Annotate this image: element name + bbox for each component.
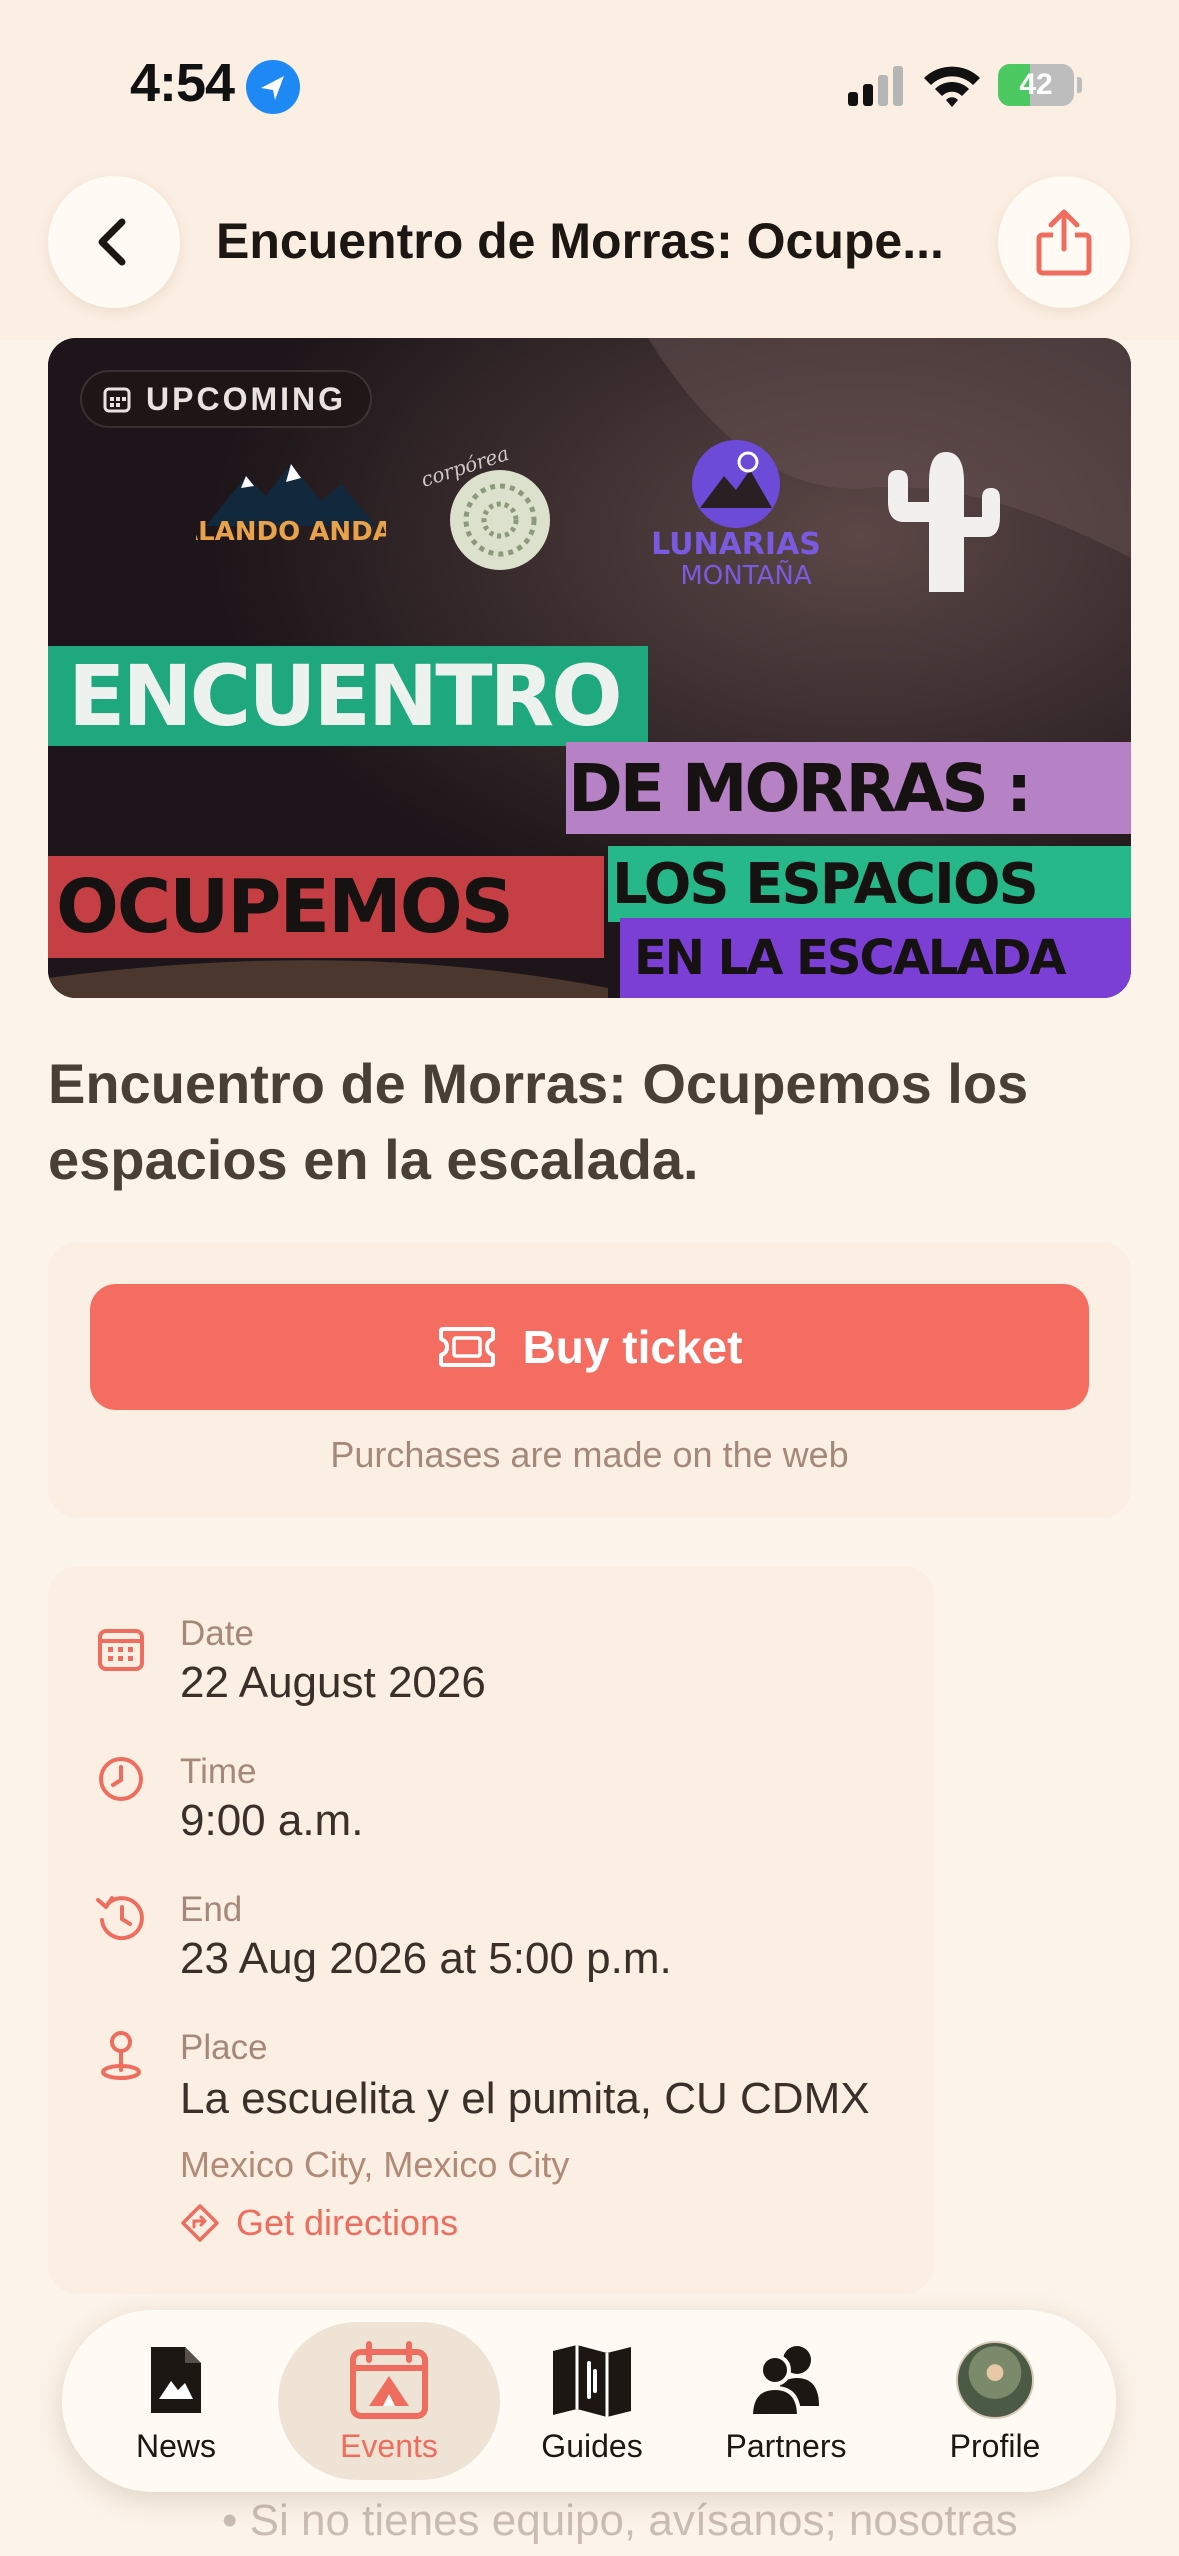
directions-icon (181, 2204, 219, 2242)
buy-ticket-label: Buy ticket (522, 1321, 743, 1373)
events-icon (350, 2340, 428, 2419)
clock-icon (99, 1757, 143, 1801)
ticket-icon (438, 1327, 495, 1367)
event-title: Encuentro de Morras: Ocupemos los espaci… (48, 1052, 1029, 1191)
tab-partners[interactable]: Partners (686, 2310, 886, 2492)
news-icon (151, 2346, 201, 2413)
calendar-icon (103, 387, 131, 413)
status-bar: 4:54 42 (0, 0, 1179, 150)
tab-guides[interactable]: Guides (502, 2310, 682, 2492)
date-label: Date (180, 1614, 254, 1653)
event-poster-image: UPCOMING ESCALANDO ANDAMOS corpórea LUNA… (48, 338, 1131, 998)
poster-stripe-encuentro: ENCUENTRO (48, 646, 648, 746)
poster-stripe-espacios: LOS ESPACIOS (608, 846, 1131, 922)
place-city: Mexico City, Mexico City (180, 2144, 570, 2185)
buy-ticket-button[interactable]: Buy ticket (90, 1284, 1089, 1410)
top-nav-bar: Encuentro de Morras: Ocupe... (0, 150, 1179, 340)
chevron-left-icon (98, 218, 126, 266)
end-label: End (180, 1890, 243, 1929)
svg-text:ESCALANDO ANDAMOS: ESCALANDO ANDAMOS (196, 517, 386, 547)
wifi-icon (924, 66, 980, 107)
upcoming-badge: UPCOMING (80, 370, 372, 428)
place-label: Place (180, 2028, 268, 2067)
tab-profile[interactable]: Profile (900, 2310, 1090, 2492)
svg-text:LUNARIAS: LUNARIAS (651, 527, 821, 562)
map-pin-icon (101, 2031, 141, 2080)
purchase-note: Purchases are made on the web (330, 1434, 849, 1475)
history-icon (96, 1896, 144, 1941)
cactus-logo (888, 452, 1000, 592)
battery-icon: 42 (998, 64, 1082, 106)
svg-text:MONTAÑA: MONTAÑA (680, 559, 811, 591)
time-value: 9:00 a.m. (180, 1796, 364, 1845)
place-value: La escuelita y el pumita, CU CDMX (180, 2074, 870, 2123)
back-button[interactable] (48, 176, 180, 308)
time-label: Time (180, 1752, 257, 1791)
corporea-logo: corpórea (418, 446, 550, 570)
escalando-andamos-logo: ESCALANDO ANDAMOS (196, 464, 386, 547)
tab-news[interactable]: News (86, 2310, 266, 2492)
end-value: 23 Aug 2026 at 5:00 p.m. (180, 1934, 672, 1983)
get-directions-link[interactable]: Get directions (180, 2202, 458, 2244)
cellular-signal-icon (848, 66, 903, 106)
location-arrow-icon (246, 60, 300, 114)
partners-icon (748, 2345, 819, 2418)
event-details-card: Date 22 August 2026 Time 9:00 a.m. End 2… (48, 1566, 934, 2294)
poster-stripe-escalada: EN LA ESCALADA (620, 918, 1131, 998)
get-directions-label: Get directions (236, 2202, 459, 2243)
share-icon (1036, 209, 1092, 276)
lunarias-montana-logo: LUNARIAS MONTAÑA (651, 440, 821, 591)
description-peek-text: • Si no tienes equipo, avísanos; nosotra… (222, 2496, 1018, 2545)
date-value: 22 August 2026 (180, 1658, 486, 1707)
page-title: Encuentro de Morras: Ocupe... (216, 213, 944, 269)
profile-avatar (956, 2340, 1034, 2419)
ticket-card: Buy ticket Purchases are made on the web (48, 1242, 1131, 1518)
badge-label: UPCOMING (146, 380, 346, 417)
poster-stripe-morras: DE MORRAS : (566, 742, 1131, 834)
battery-percent: 42 (1019, 68, 1053, 101)
calendar-icon (98, 1629, 144, 1671)
tab-events[interactable]: Events (278, 2310, 500, 2492)
poster-stripe-ocupemos: OCUPEMOS (48, 856, 604, 958)
share-button[interactable] (998, 176, 1130, 308)
guides-icon (553, 2344, 631, 2417)
bottom-tab-bar: News Events Guides Partners Profile (62, 2310, 1116, 2492)
status-time: 4:54 (130, 53, 235, 113)
